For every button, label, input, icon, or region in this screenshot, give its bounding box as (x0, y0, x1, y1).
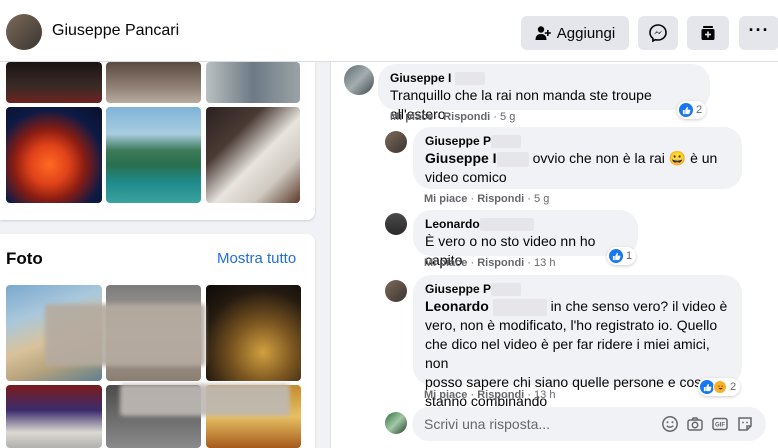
comment-text: Leonardo in che senso vero? il video è (425, 298, 728, 316)
more-options-button[interactable]: ··· (739, 16, 778, 50)
haha-reaction-icon (713, 380, 727, 394)
current-user-avatar[interactable] (385, 412, 407, 434)
comment-text: vero, non è modificato, l'ho registrato … (425, 317, 718, 333)
comment-text: video comico (425, 169, 507, 185)
comment-actions: Mi piace · Rispondi · 5 g (424, 193, 550, 205)
add-friend-button[interactable]: Aggiungi (521, 16, 629, 50)
reply-input[interactable]: Scrivi una risposta... GIF (412, 407, 766, 441)
like-link[interactable]: Mi piace (424, 257, 467, 269)
comment-text: che dico nel video è per far ridere i mi… (425, 336, 710, 371)
like-link[interactable]: Mi piace (424, 193, 467, 205)
comment-time[interactable]: 13 h (534, 389, 555, 401)
column-divider (330, 62, 331, 448)
photo-thumbnail[interactable] (106, 107, 201, 203)
like-link[interactable]: Mi piace (390, 111, 433, 123)
like-link[interactable]: Mi piace (424, 389, 467, 401)
comment-author[interactable]: Giuseppe P (425, 281, 730, 297)
reply-link[interactable]: Rispondi (477, 257, 524, 269)
reactions-count[interactable]: 1 (607, 247, 637, 265)
redaction-blur (120, 384, 290, 416)
mention-link[interactable]: Giuseppe I (425, 150, 497, 166)
comment-actions: Mi piace · Rispondi · 13 h (424, 389, 556, 401)
add-friend-icon (535, 26, 551, 40)
comment-bubble: Giuseppe P Leonardo in che senso vero? i… (413, 275, 742, 409)
mention-link[interactable]: Leonardo (425, 298, 489, 314)
commenter-avatar[interactable] (385, 280, 407, 302)
comment-time[interactable]: 5 g (534, 193, 549, 205)
reply-link[interactable]: Rispondi (443, 111, 490, 123)
reply-link[interactable]: Rispondi (477, 193, 524, 205)
comment-time[interactable]: 5 g (500, 111, 515, 123)
follow-button[interactable] (687, 16, 729, 50)
reply-placeholder: Scrivi una risposta... (424, 416, 551, 432)
profile-header: Giuseppe Pancari Aggiungi ··· (0, 0, 778, 62)
emoji-icon[interactable] (661, 415, 679, 433)
commenter-avatar[interactable] (385, 131, 407, 153)
photo-thumbnail[interactable] (6, 385, 102, 448)
svg-text:GIF: GIF (715, 423, 725, 429)
profile-name[interactable]: Giuseppe Pancari (52, 22, 179, 40)
reactions-count[interactable]: 2 (677, 101, 707, 119)
see-all-photos-link[interactable]: Mostra tutto (217, 250, 296, 267)
gif-icon[interactable]: GIF (711, 415, 729, 433)
add-friend-label: Aggiungi (556, 24, 616, 42)
photo-thumbnail[interactable] (206, 107, 300, 203)
like-reaction-icon (679, 103, 693, 117)
comment-actions: Mi piace · Rispondi · 5 g (390, 111, 516, 123)
photo-thumbnail[interactable] (6, 62, 102, 103)
photos-title: Foto (6, 249, 43, 268)
more-dots-icon: ··· (748, 19, 770, 40)
like-reaction-icon (609, 249, 623, 263)
like-reaction-icon (700, 380, 714, 394)
comment-author[interactable]: Leonardo (425, 216, 626, 232)
comment-bubble: Giuseppe I Tranquillo che la rai non man… (378, 64, 710, 122)
comment-author[interactable]: Giuseppe I (390, 70, 698, 86)
comment-bubble: Giuseppe P Giuseppe Iovvio che non è la … (413, 127, 742, 189)
photo-thumbnail[interactable] (206, 285, 301, 381)
comment-actions: Mi piace · Rispondi · 13 h (424, 257, 556, 269)
profile-avatar[interactable] (6, 14, 42, 50)
commenter-avatar[interactable] (344, 65, 374, 95)
photo-thumbnail[interactable] (206, 62, 300, 103)
reactions-count[interactable]: 2 (698, 378, 741, 396)
comment-time[interactable]: 13 h (534, 257, 555, 269)
messenger-icon (649, 24, 667, 42)
reply-link[interactable]: Rispondi (477, 389, 524, 401)
messenger-button[interactable] (638, 16, 678, 50)
sticker-icon[interactable] (736, 415, 754, 433)
photo-thumbnail[interactable] (106, 62, 201, 103)
comment-text: Giuseppe Iovvio che non è la rai 😀 è un (425, 150, 718, 167)
camera-icon[interactable] (686, 415, 704, 433)
comment-author[interactable]: Giuseppe P (425, 133, 730, 149)
follow-icon (701, 26, 715, 40)
photo-thumbnail[interactable] (6, 107, 102, 203)
comment-bubble: Leonardo È vero o no sto video nn ho cap… (413, 210, 638, 268)
redaction-blur (45, 304, 205, 366)
commenter-avatar[interactable] (385, 213, 407, 235)
